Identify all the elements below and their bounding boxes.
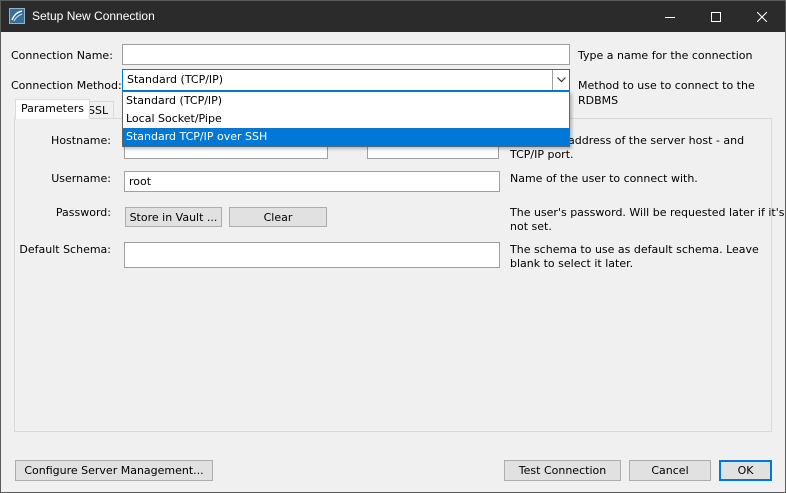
- hostname-hint-line2: TCP/IP port.: [510, 148, 574, 161]
- username-label: Username:: [51, 172, 111, 185]
- connection-name-label: Connection Name:: [11, 49, 113, 62]
- connection-method-select[interactable]: Standard (TCP/IP): [122, 69, 570, 91]
- connection-name-input[interactable]: [122, 44, 570, 65]
- mysql-workbench-icon: [9, 8, 25, 24]
- close-button[interactable]: [739, 1, 785, 32]
- connection-method-label: Connection Method:: [11, 79, 122, 92]
- maximize-icon: [711, 11, 721, 22]
- clear-password-button[interactable]: Clear: [229, 207, 327, 227]
- cancel-button[interactable]: Cancel: [629, 460, 711, 481]
- default-schema-hint-line1: The schema to use as default schema. Lea…: [510, 243, 759, 256]
- password-hint-line1: The user's password. Will be requested l…: [510, 206, 785, 219]
- parameters-panel: [14, 118, 772, 432]
- password-label: Password:: [55, 206, 111, 219]
- connection-method-hint: Method to use to connect to the RDBMS: [578, 79, 755, 107]
- option-local-socket-pipe[interactable]: Local Socket/Pipe: [123, 110, 569, 128]
- store-in-vault-button[interactable]: Store in Vault ...: [125, 207, 222, 227]
- option-tcpip-over-ssh[interactable]: Standard TCP/IP over SSH: [123, 128, 569, 146]
- default-schema-label: Default Schema:: [19, 243, 111, 256]
- chevron-down-icon: [556, 77, 566, 83]
- tab-parameters[interactable]: Parameters: [15, 99, 90, 119]
- close-icon: [757, 11, 767, 22]
- maximize-button[interactable]: [693, 1, 739, 32]
- connection-name-hint: Type a name for the connection: [578, 49, 753, 62]
- default-schema-hint-line2: blank to select it later.: [510, 257, 634, 270]
- connection-method-dropdown: Standard (TCP/IP) Local Socket/Pipe Stan…: [122, 91, 570, 147]
- default-schema-input[interactable]: [124, 242, 500, 268]
- password-hint-line2: not set.: [510, 220, 552, 233]
- minimize-button[interactable]: [647, 1, 693, 32]
- window-title: Setup New Connection: [32, 9, 155, 23]
- option-standard-tcpip[interactable]: Standard (TCP/IP): [123, 92, 569, 110]
- username-hint: Name of the user to connect with.: [510, 172, 698, 185]
- username-input[interactable]: root: [124, 171, 500, 192]
- connection-method-value: Standard (TCP/IP): [127, 73, 224, 86]
- test-connection-button[interactable]: Test Connection: [504, 460, 621, 481]
- dropdown-arrow[interactable]: [552, 70, 569, 90]
- ok-button[interactable]: OK: [719, 460, 772, 481]
- minimize-icon: [665, 16, 675, 18]
- title-bar[interactable]: Setup New Connection: [1, 1, 785, 32]
- hostname-hint-line1: address of the server host - and: [568, 134, 745, 147]
- configure-server-management-button[interactable]: Configure Server Management...: [15, 460, 213, 481]
- setup-connection-window: Setup New Connection Connection Name: Ty…: [0, 0, 786, 493]
- hostname-label: Hostname:: [51, 134, 111, 147]
